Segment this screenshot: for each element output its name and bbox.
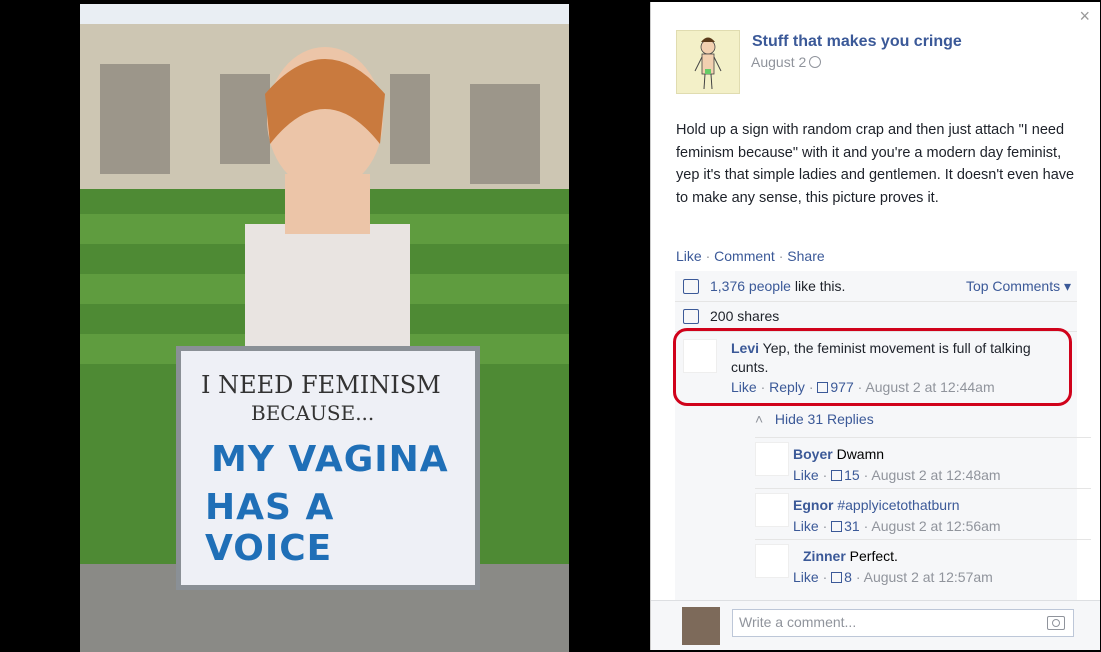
thumbs-up-icon [831,470,843,481]
sign-line-3: MY VAGINA [211,439,449,480]
reply-meta: Like · 8 · August 2 at 12:57am [793,569,993,585]
reply-avatar[interactable] [755,544,789,578]
likes-suffix: like this. [790,278,846,294]
sign-line-2: BECAUSE... [251,401,375,425]
post-text: Hold up a sign with random crap and then… [676,122,1075,206]
protest-sign: I NEED FEMINISM BECAUSE... MY VAGINA HAS… [176,346,480,590]
globe-icon [809,56,822,68]
camera-icon[interactable] [1047,616,1065,630]
comment-input[interactable]: Write a comment... [732,609,1074,637]
hide-replies-text: Hide 31 Replies [774,411,874,427]
write-comment-bar: Write a comment... [651,600,1100,650]
hide-replies-link[interactable]: ˄ Hide 31 Replies [755,411,874,427]
reply-time[interactable]: August 2 at 12:48am [871,467,1000,483]
likes-text: 1,376 people like this. [710,278,845,294]
reply-time[interactable]: August 2 at 12:57am [864,569,993,585]
comment-input-placeholder: Write a comment... [739,614,857,630]
reply-item: Egnor #applyicetothatburn Like · 31 · Au… [755,488,1091,539]
likes-count-link[interactable]: 1,376 people [710,278,791,294]
cartoon-figure-icon [694,37,722,90]
photo-viewer: I NEED FEMINISM BECAUSE... MY VAGINA HAS… [0,0,650,652]
reply-text: Perfect. [845,548,898,564]
reply-body: Egnor #applyicetothatburn [793,497,960,513]
top-comments-dropdown[interactable]: Top Comments ▾ [966,278,1071,295]
reply-like-count[interactable]: 8 [844,569,852,585]
reply-text: Dwamn [832,446,885,462]
thumbs-up-icon [683,279,699,294]
reply-like-link[interactable]: Like [793,569,819,585]
post-actions: Like · Comment · Share [676,248,825,264]
reply-meta: Like · 31 · August 2 at 12:56am [793,518,1001,534]
post-date[interactable]: August 2 [751,54,822,70]
thumbs-up-icon [831,521,843,532]
reply-meta: Like · 15 · August 2 at 12:48am [793,467,1001,483]
like-link[interactable]: Like [676,248,702,264]
close-icon[interactable]: × [1079,6,1090,27]
chevron-up-icon: ˄ [755,411,768,427]
sign-line-1: I NEED FEMINISM [201,371,441,399]
share-link[interactable]: Share [787,248,824,264]
reply-body: Zinner Perfect. [803,548,898,564]
share-icon [683,309,699,324]
reply-like-count[interactable]: 15 [844,467,860,483]
reply-author[interactable]: Zinner [803,548,846,564]
reply-like-count[interactable]: 31 [844,518,860,534]
post-sidebar: × Stuff that makes you cringe August 2 H… [650,2,1100,650]
reply-text: #applyicetothatburn [833,497,960,513]
reply-avatar[interactable] [755,442,789,476]
user-avatar[interactable] [682,607,720,645]
page-name-link[interactable]: Stuff that makes you cringe [752,33,962,51]
reply-body: Boyer Dwamn [793,446,884,462]
reply-avatar[interactable] [755,493,789,527]
shares-link[interactable]: 200 shares [710,308,779,324]
post-photo[interactable]: I NEED FEMINISM BECAUSE... MY VAGINA HAS… [80,4,569,652]
reply-like-link[interactable]: Like [793,518,819,534]
reply-time[interactable]: August 2 at 12:56am [871,518,1000,534]
sign-line-4: HAS A VOICE [205,487,335,569]
reply-item: Zinner Perfect. Like · 8 · August 2 at 1… [755,539,1091,590]
thumbs-up-icon [831,572,843,583]
reply-item: Boyer Dwamn Like · 15 · August 2 at 12:4… [755,437,1091,488]
reply-like-link[interactable]: Like [793,467,819,483]
post-date-text: August 2 [751,54,807,70]
likes-summary: 1,376 people like this. Top Comments ▾ [675,271,1077,302]
reply-author[interactable]: Boyer [793,446,833,462]
highlight-annotation [673,328,1072,406]
comment-link[interactable]: Comment [714,248,775,264]
reply-author[interactable]: Egnor [793,497,833,513]
page-avatar[interactable] [676,30,740,94]
